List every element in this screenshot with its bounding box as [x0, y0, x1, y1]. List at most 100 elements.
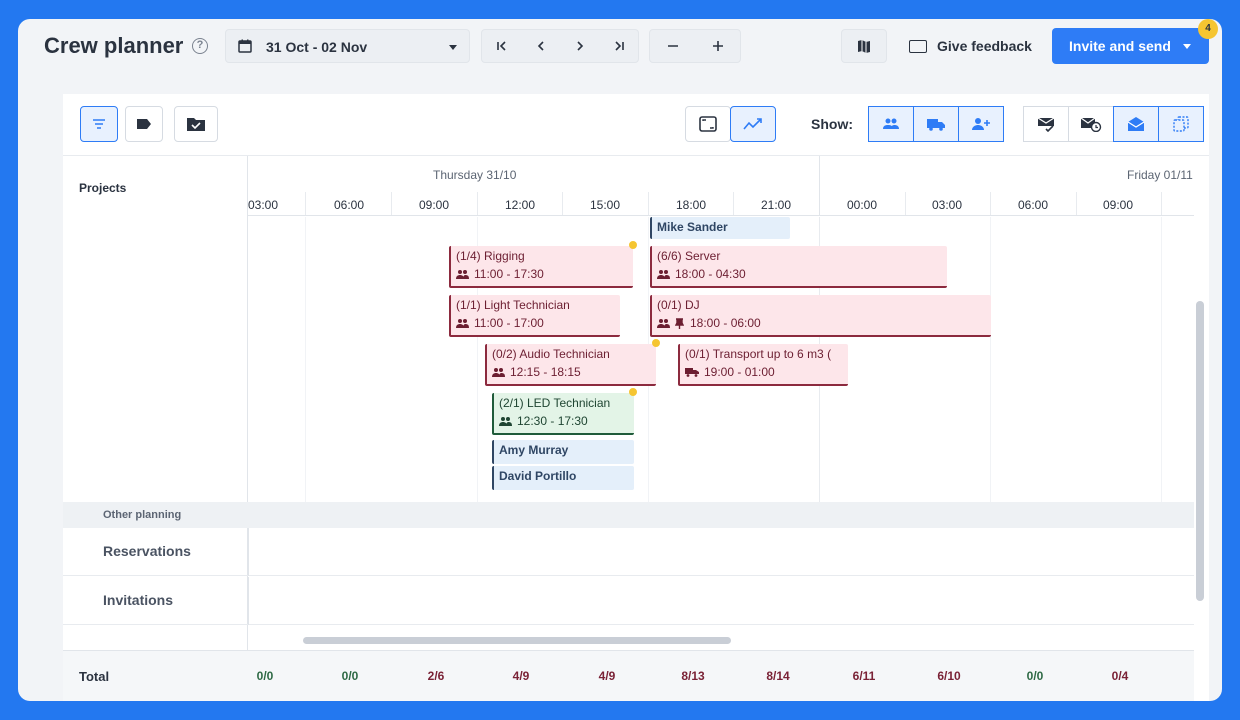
plus-icon [712, 41, 723, 51]
hour-label: 15:00 [589, 198, 621, 212]
day-label: Thursday 31/10 [433, 168, 517, 182]
hour-tick [477, 192, 478, 215]
invitations-row[interactable]: Invitations [63, 577, 1194, 625]
vertical-scrollbar[interactable] [1196, 301, 1204, 601]
row-divider [248, 577, 249, 625]
folder-check-button[interactable] [174, 106, 218, 142]
day-divider [819, 156, 820, 215]
tags-button[interactable] [125, 106, 163, 142]
shift-led-technician[interactable]: (2/1) LED Technician 12:30 - 17:30 [492, 393, 634, 435]
shift-light-technician[interactable]: (1/1) Light Technician 11:00 - 17:00 [449, 295, 620, 337]
timeline-body: Mike Sander (1/4) Rigging 11:00 - 17:30 … [248, 217, 1194, 502]
reservations-label: Reservations [103, 543, 191, 559]
invite-and-send-button[interactable]: Invite and send [1052, 28, 1209, 64]
map-icon [858, 40, 870, 53]
next-button[interactable] [560, 30, 599, 62]
last-page-button[interactable] [599, 30, 638, 62]
show-pending-mail-toggle[interactable] [1068, 106, 1114, 142]
folder-check-icon [187, 118, 205, 131]
hour-tick [562, 192, 563, 215]
shift-server[interactable]: (6/6) Server 18:00 - 04:30 [650, 246, 947, 288]
truck-icon [927, 119, 945, 131]
shift-time: 11:00 - 17:30 [474, 267, 544, 281]
total-value: 6/11 [852, 669, 876, 683]
invite-and-send-label: Invite and send [1069, 38, 1171, 54]
shift-time-row: 12:15 - 18:15 [492, 365, 581, 379]
show-crew-toggle[interactable] [868, 106, 914, 142]
date-range-picker[interactable]: 31 Oct - 02 Nov [225, 29, 470, 63]
shift-title: (1/4) Rigging [456, 249, 525, 263]
other-planning-row: Other planning [63, 502, 1194, 528]
map-button[interactable] [841, 29, 887, 63]
trend-icon [743, 118, 762, 130]
show-open-mail-toggle[interactable] [1113, 106, 1159, 142]
hour-label: 06:00 [333, 198, 365, 212]
people-icon [456, 318, 469, 328]
person-name: David Portillo [499, 469, 577, 483]
hour-tick [733, 192, 734, 215]
shift-time: 11:00 - 17:00 [474, 316, 544, 330]
person-shift-mike-sander[interactable]: Mike Sander [650, 217, 790, 239]
shift-time-row: 18:00 - 06:00 [657, 316, 761, 330]
person-shift-amy-murray[interactable]: Amy Murray [492, 440, 634, 464]
shift-dj[interactable]: (0/1) DJ 18:00 - 06:00 [650, 295, 991, 337]
chevron-right-icon [576, 41, 583, 51]
help-icon[interactable]: ? [192, 38, 208, 54]
show-copies-toggle[interactable] [1158, 106, 1204, 142]
calendar-icon [238, 39, 252, 53]
hour-label: 03:00 [248, 198, 279, 212]
reservations-row[interactable]: Reservations [63, 528, 1194, 576]
shift-rigging[interactable]: (1/4) Rigging 11:00 - 17:30 [449, 246, 633, 288]
shift-time: 18:00 - 04:30 [675, 267, 746, 281]
shift-time-row: 12:30 - 17:30 [499, 414, 588, 428]
hour-label: 09:00 [418, 198, 450, 212]
total-value: 6/10 [937, 669, 961, 683]
day-label: Friday 01/11 [1127, 168, 1193, 182]
zoom-in-button[interactable] [695, 30, 740, 62]
total-value: 0/0 [256, 669, 274, 683]
app-window: Crew planner ? 31 Oct - 02 Nov Give feed… [18, 19, 1222, 701]
shift-audio-technician[interactable]: (0/2) Audio Technician 12:15 - 18:15 [485, 344, 656, 386]
first-page-button[interactable] [482, 30, 521, 62]
header: Crew planner ? 31 Oct - 02 Nov Give feed… [18, 19, 1222, 77]
give-feedback-button[interactable]: Give feedback [897, 29, 1040, 63]
show-label: Show: [811, 116, 853, 132]
hour-tick [1076, 192, 1077, 215]
other-planning-label: Other planning [103, 509, 182, 521]
hour-tick [648, 192, 649, 215]
fullscreen-button[interactable] [685, 106, 731, 142]
shift-title: (0/1) Transport up to 6 m3 ( [685, 347, 832, 361]
truck-icon [685, 368, 699, 377]
trend-button[interactable] [730, 106, 776, 142]
horizontal-scrollbar[interactable] [303, 637, 731, 644]
zoom-out-button[interactable] [650, 30, 695, 62]
previous-button[interactable] [521, 30, 560, 62]
people-icon [657, 318, 670, 328]
planner-grid: Projects Thursday 31/10 Friday 01/11 03:… [63, 156, 1194, 701]
shift-transport[interactable]: (0/1) Transport up to 6 m3 ( 19:00 - 01:… [678, 344, 848, 386]
show-confirmed-mail-toggle[interactable] [1023, 106, 1069, 142]
chevron-left-icon [537, 41, 544, 51]
show-toggle-group-2 [1023, 106, 1204, 142]
show-toggle-group-1 [868, 106, 1004, 142]
mail-open-icon [1127, 117, 1145, 131]
hour-label: 00:00 [846, 198, 878, 212]
total-value: 4/9 [598, 669, 616, 683]
zoom-controls [649, 29, 741, 63]
hour-label: 12:00 [504, 198, 536, 212]
show-add-user-toggle[interactable] [958, 106, 1004, 142]
shift-title: (1/1) Light Technician [456, 298, 570, 312]
tag-icon [137, 119, 151, 129]
total-value: 4/9 [512, 669, 530, 683]
chevron-down-icon[interactable] [1183, 44, 1191, 49]
show-vehicles-toggle[interactable] [913, 106, 959, 142]
person-add-icon [972, 118, 990, 130]
filter-button[interactable] [80, 106, 118, 142]
people-icon [657, 269, 670, 279]
filter-icon [93, 119, 105, 129]
person-shift-david-portillo[interactable]: David Portillo [492, 466, 634, 490]
person-name: Amy Murray [499, 443, 569, 457]
planner-toolbar: Show: [63, 94, 1209, 156]
fullscreen-icon [699, 116, 717, 132]
projects-header: Projects [79, 181, 127, 195]
